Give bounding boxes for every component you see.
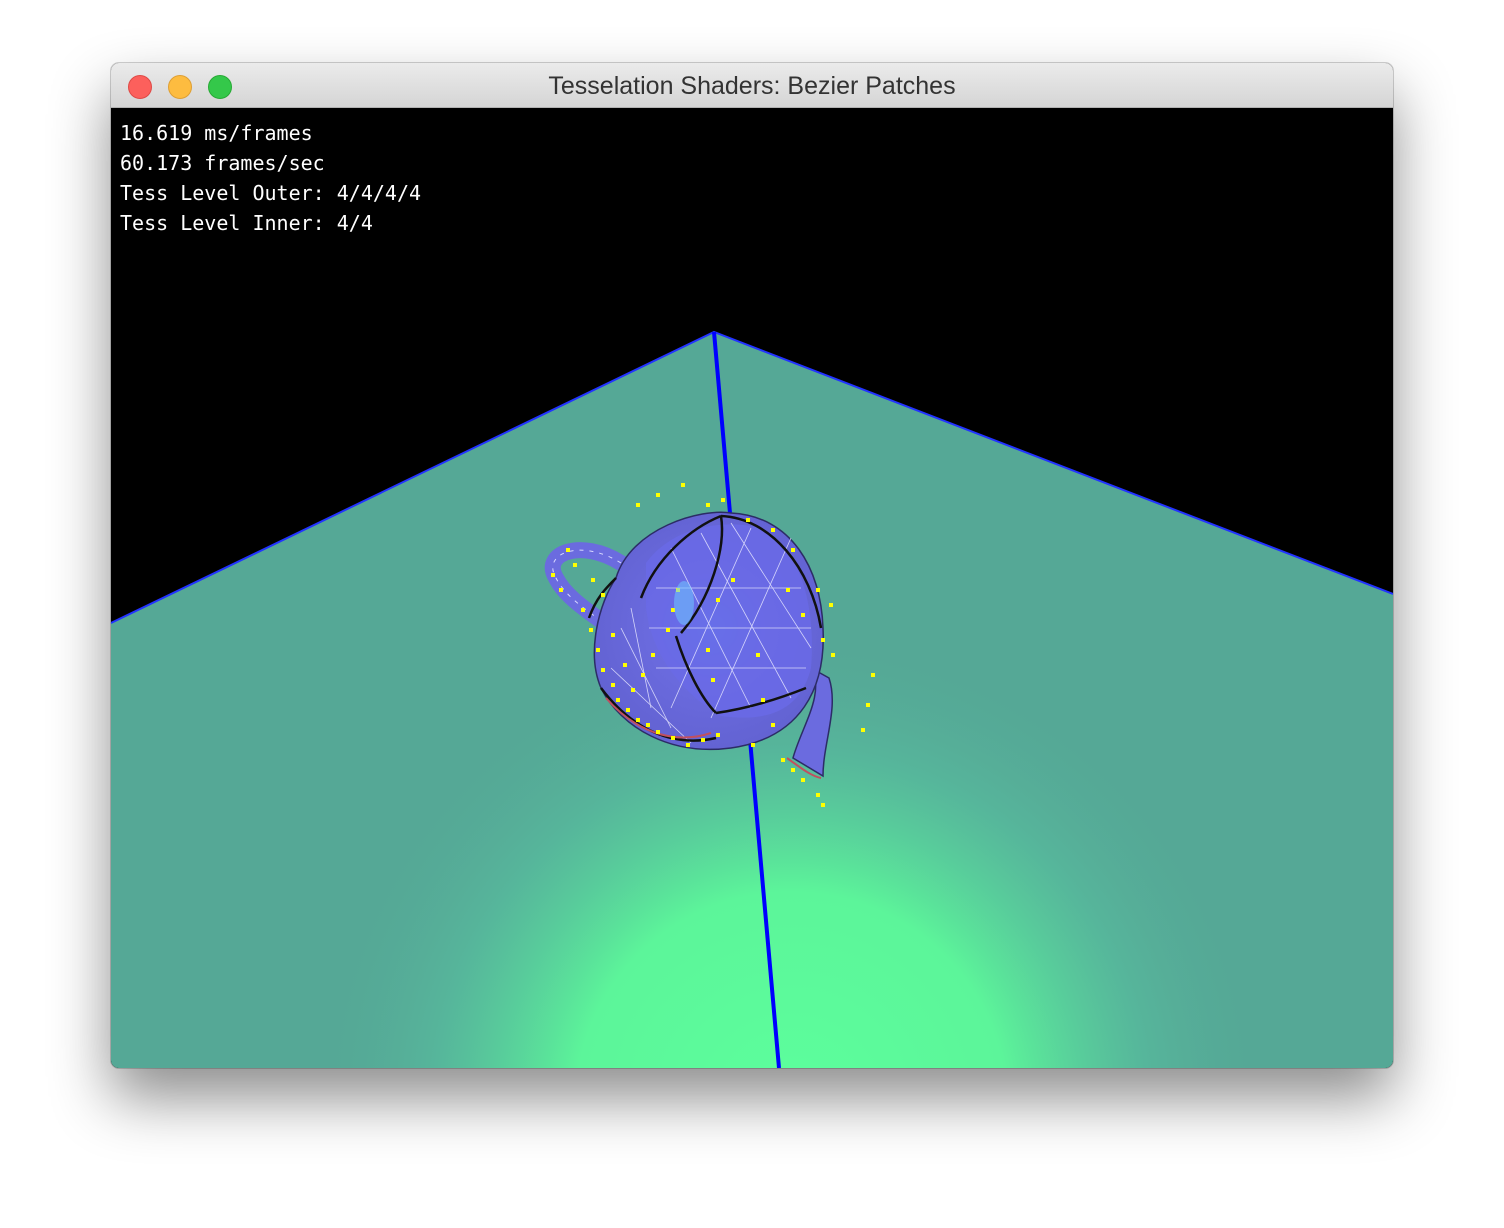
app-window: Tesselation Shaders: Bezier Patches 16.6… bbox=[111, 63, 1393, 1068]
window-title: Tesselation Shaders: Bezier Patches bbox=[548, 72, 956, 100]
render-viewport[interactable]: 16.619 ms/frames 60.173 frames/sec Tess … bbox=[111, 108, 1393, 1068]
scene-canvas bbox=[111, 330, 1393, 1068]
ms-per-frame-label: 16.619 ms/frames bbox=[120, 121, 313, 145]
fps-label: 60.173 frames/sec bbox=[120, 151, 325, 175]
tess-outer-label: Tess Level Outer: 4/4/4/4 bbox=[120, 181, 422, 205]
title-bar[interactable]: Tesselation Shaders: Bezier Patches bbox=[111, 63, 1393, 108]
tess-inner-label: Tess Level Inner: 4/4 bbox=[120, 211, 373, 235]
stats-overlay: 16.619 ms/frames 60.173 frames/sec Tess … bbox=[120, 118, 421, 238]
